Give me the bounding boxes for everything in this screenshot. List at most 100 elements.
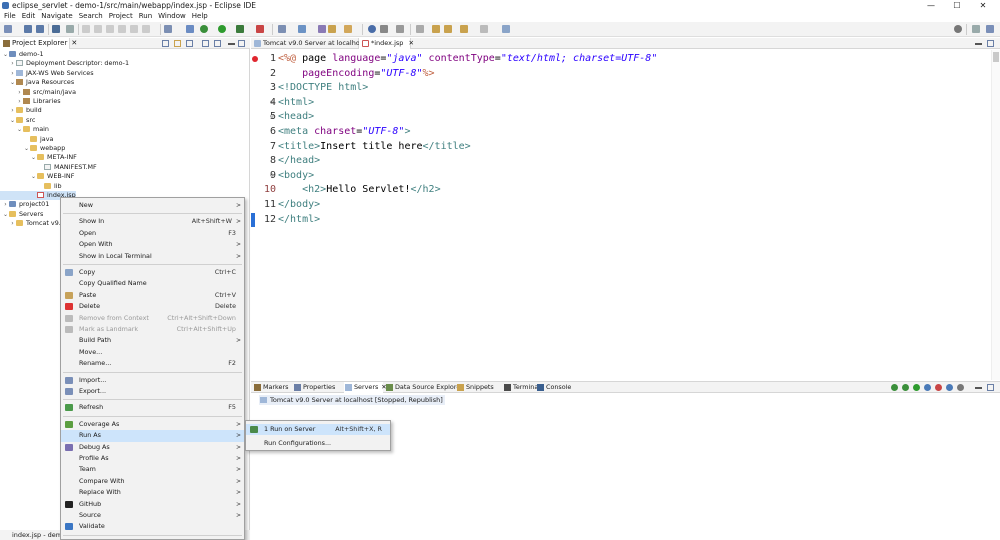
tab-servers[interactable]: Servers ✕ [344, 382, 387, 393]
chevron-down-icon[interactable]: ⌄ [2, 210, 9, 219]
chevron-down-icon[interactable]: ⌄ [30, 153, 37, 162]
new-server-icon[interactable] [891, 384, 898, 391]
menu-edit[interactable]: Edit [19, 11, 39, 22]
filter-icon[interactable] [186, 40, 193, 47]
chevron-right-icon[interactable]: › [16, 97, 23, 106]
profile-server-icon[interactable] [924, 384, 931, 391]
code-editor[interactable]: 1 <%@ page language="java" contentType="t… [251, 50, 1000, 380]
last-edit-icon[interactable] [432, 25, 440, 33]
close-window-button[interactable]: ✕ [970, 0, 996, 11]
menu-item-1-run-on-server[interactable]: 1 Run on Server Alt+Shift+X, R [246, 424, 390, 436]
view-menu-icon[interactable] [202, 40, 209, 47]
maximize-button[interactable]: ☐ [944, 0, 970, 11]
chevron-right-icon[interactable]: › [2, 200, 9, 209]
search-globe-icon[interactable] [368, 25, 376, 33]
menu-item-import[interactable]: Import... [61, 375, 244, 386]
chevron-down-icon[interactable]: ⌄ [9, 116, 16, 125]
save-all-icon[interactable] [36, 25, 44, 33]
debug-server-icon[interactable] [902, 384, 909, 391]
tree-item-build[interactable]: › build [0, 106, 41, 115]
chevron-right-icon[interactable]: › [16, 88, 23, 97]
code-line[interactable]: 7 <title>Insert title here</title> [251, 140, 991, 155]
close-icon[interactable]: ✕ [409, 39, 414, 47]
menu-item-show-in[interactable]: Show In Alt+Shift+W > [61, 216, 244, 227]
menu-item-source[interactable]: Source > [61, 510, 244, 521]
chevron-right-icon[interactable]: › [9, 69, 16, 78]
menu-item-team[interactable]: Team > [61, 464, 244, 475]
step-into-icon[interactable] [118, 25, 126, 33]
menu-item-new[interactable]: New > [61, 200, 244, 211]
java-ee-perspective-icon[interactable] [986, 25, 994, 33]
code-line[interactable]: 9 ⊖ <body> [251, 169, 991, 184]
tab-console[interactable]: Console [536, 382, 576, 393]
tree-item-deployment-descriptor-demo-1[interactable]: › Deployment Descriptor: demo-1 [0, 59, 129, 68]
tab-properties[interactable]: Properties [293, 382, 342, 393]
search-icon[interactable] [954, 25, 962, 33]
tab-data-source-explorer[interactable]: Data Source Explorer [385, 382, 463, 393]
tab-index-jsp[interactable]: *index.jsp ✕ [359, 38, 414, 49]
server-row[interactable]: Tomcat v9.0 Server at localhost [Stopped… [259, 395, 445, 405]
stop-server-icon[interactable] [935, 384, 942, 391]
history-back-icon[interactable] [460, 25, 468, 33]
new-icon[interactable] [4, 25, 12, 33]
menu-item-show-in-local-terminal[interactable]: Show in Local Terminal > [61, 251, 244, 262]
tree-item-manifest-mf[interactable]: MANIFEST.MF [0, 163, 97, 172]
server-icon[interactable] [164, 25, 172, 33]
chevron-right-icon[interactable]: › [9, 219, 16, 228]
menu-project[interactable]: Project [106, 11, 136, 22]
code-line[interactable]: 11 </body> [251, 198, 991, 213]
fold-toggle-icon[interactable]: ⊖ [270, 110, 274, 125]
step-over-icon[interactable] [130, 25, 138, 33]
coverage-icon[interactable] [236, 25, 244, 33]
step-return-icon[interactable] [142, 25, 150, 33]
tab-tomcat-server[interactable]: Tomcat v9.0 Server at localhost [251, 38, 366, 49]
toggle-mark-icon[interactable] [380, 25, 388, 33]
run-icon[interactable] [218, 25, 226, 33]
next-annotation-icon[interactable] [416, 25, 424, 33]
tab-markers[interactable]: Markers [253, 382, 291, 393]
menu-item-compare-with[interactable]: Compare With > [61, 476, 244, 487]
menu-item-open-with[interactable]: Open With > [61, 239, 244, 250]
focus-icon[interactable] [214, 40, 221, 47]
code-line[interactable]: 5 ⊖ <head> [251, 110, 991, 125]
chevron-down-icon[interactable]: ⌄ [23, 144, 30, 153]
back-icon[interactable] [444, 25, 452, 33]
globe-icon[interactable] [186, 25, 194, 33]
menu-item-refresh[interactable]: Refresh F5 [61, 402, 244, 413]
menu-item-export[interactable]: Export... [61, 386, 244, 397]
maximize-editor-icon[interactable] [987, 40, 994, 47]
skip-breakpoints-icon[interactable] [66, 25, 74, 33]
code-line[interactable]: 4 ⊖ <html> [251, 96, 991, 111]
menu-item-validate[interactable]: Validate [61, 521, 244, 532]
link-editor-icon[interactable] [174, 40, 181, 47]
open-type-icon[interactable] [298, 25, 306, 33]
code-line[interactable]: 2 pageEncoding="UTF-8"%> [251, 67, 991, 82]
menu-item-run-as[interactable]: Run As > [61, 430, 244, 442]
save-icon[interactable] [24, 25, 32, 33]
resume-icon[interactable] [82, 25, 90, 33]
menu-file[interactable]: File [0, 11, 19, 22]
start-server-icon[interactable] [913, 384, 920, 391]
tree-item-webapp[interactable]: ⌄ webapp [0, 144, 65, 153]
tree-item-project01[interactable]: › project01 [0, 200, 49, 209]
new-package-icon[interactable] [318, 25, 326, 33]
minimize-editor-icon[interactable] [975, 40, 982, 45]
menu-item-paste[interactable]: Paste Ctrl+V [61, 290, 244, 301]
tree-item-web-inf[interactable]: ⌄ WEB-INF [0, 172, 74, 181]
menu-help[interactable]: Help [189, 11, 211, 22]
menu-item-replace-with[interactable]: Replace With > [61, 487, 244, 498]
terminate-icon[interactable] [106, 25, 114, 33]
menu-item-copy-qualified-name[interactable]: Copy Qualified Name [61, 278, 244, 289]
editor-overview-ruler[interactable] [991, 50, 1000, 380]
tree-item-servers[interactable]: ⌄ Servers [0, 210, 43, 219]
menu-item-delete[interactable]: Delete Delete [61, 301, 244, 312]
tree-item-java[interactable]: java [0, 135, 53, 144]
open-console-icon[interactable] [502, 25, 510, 33]
menu-item-open[interactable]: Open F3 [61, 228, 244, 239]
disconnect-icon[interactable] [957, 384, 964, 391]
menu-item-run-configurations[interactable]: Run Configurations... [246, 438, 390, 449]
close-icon[interactable]: ✕ [71, 39, 77, 47]
tab-project-explorer[interactable]: Project Explorer ✕ [0, 38, 77, 49]
chevron-down-icon[interactable]: ⌄ [30, 172, 37, 181]
tree-item-meta-inf[interactable]: ⌄ META-INF [0, 153, 77, 162]
